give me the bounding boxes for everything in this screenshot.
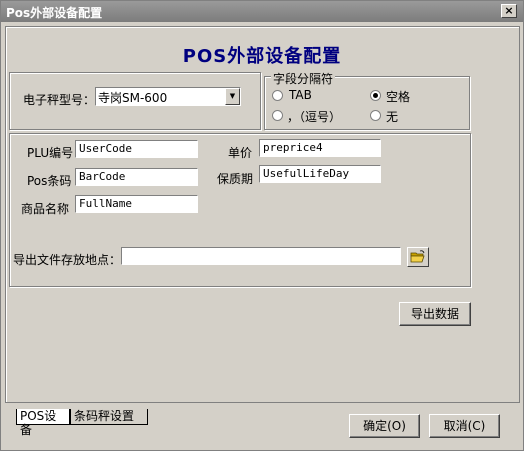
cancel-button[interactable]: 取消(C): [429, 414, 500, 438]
plu-label: PLU编号: [27, 146, 74, 160]
radio-none[interactable]: [370, 110, 381, 121]
ok-button[interactable]: 确定(O): [349, 414, 420, 438]
scale-model-value: 寺岗SM-600: [98, 91, 168, 105]
separator-legend: 字段分隔符: [271, 70, 336, 87]
barcode-field[interactable]: BarCode: [75, 168, 198, 186]
product-name-label: 商品名称: [21, 202, 70, 216]
export-path-label: 导出文件存放地点：: [13, 253, 122, 267]
open-folder-icon: [410, 250, 425, 263]
tab-barcode-scale[interactable]: 条码秤设置: [70, 409, 148, 425]
plu-field[interactable]: UserCode: [75, 140, 198, 158]
shelf-life-label: 保质期: [217, 172, 254, 186]
radio-space[interactable]: [370, 90, 381, 101]
close-button[interactable]: ×: [501, 4, 517, 18]
export-path-input[interactable]: [121, 247, 401, 265]
scale-label: 电子秤型号：: [23, 93, 96, 107]
price-field[interactable]: preprice4: [259, 139, 381, 157]
radio-comma-label: ，（逗号）: [287, 110, 342, 124]
price-label: 单价: [228, 146, 253, 160]
product-name-field[interactable]: FullName: [75, 195, 198, 213]
page-title: POS外部设备配置: [182, 46, 342, 67]
export-data-button[interactable]: 导出数据: [399, 302, 471, 326]
chevron-down-icon[interactable]: ▼: [225, 88, 240, 105]
browse-folder-button[interactable]: [407, 247, 429, 267]
radio-tab-label: TAB: [289, 88, 312, 102]
shelf-life-field[interactable]: UsefulLifeDay: [259, 165, 381, 183]
tab-pos-device[interactable]: POS设备: [16, 409, 70, 437]
radio-tab[interactable]: [272, 90, 283, 101]
radio-comma[interactable]: [272, 110, 283, 121]
title-bar[interactable]: Pos外部设备配置 ×: [1, 1, 523, 22]
window-title: Pos外部设备配置: [6, 6, 103, 20]
barcode-label: Pos条码: [27, 174, 72, 188]
radio-space-label: 空格: [386, 90, 411, 104]
radio-none-label: 无: [386, 110, 399, 124]
scale-model-select[interactable]: 寺岗SM-600 ▼: [95, 87, 241, 106]
